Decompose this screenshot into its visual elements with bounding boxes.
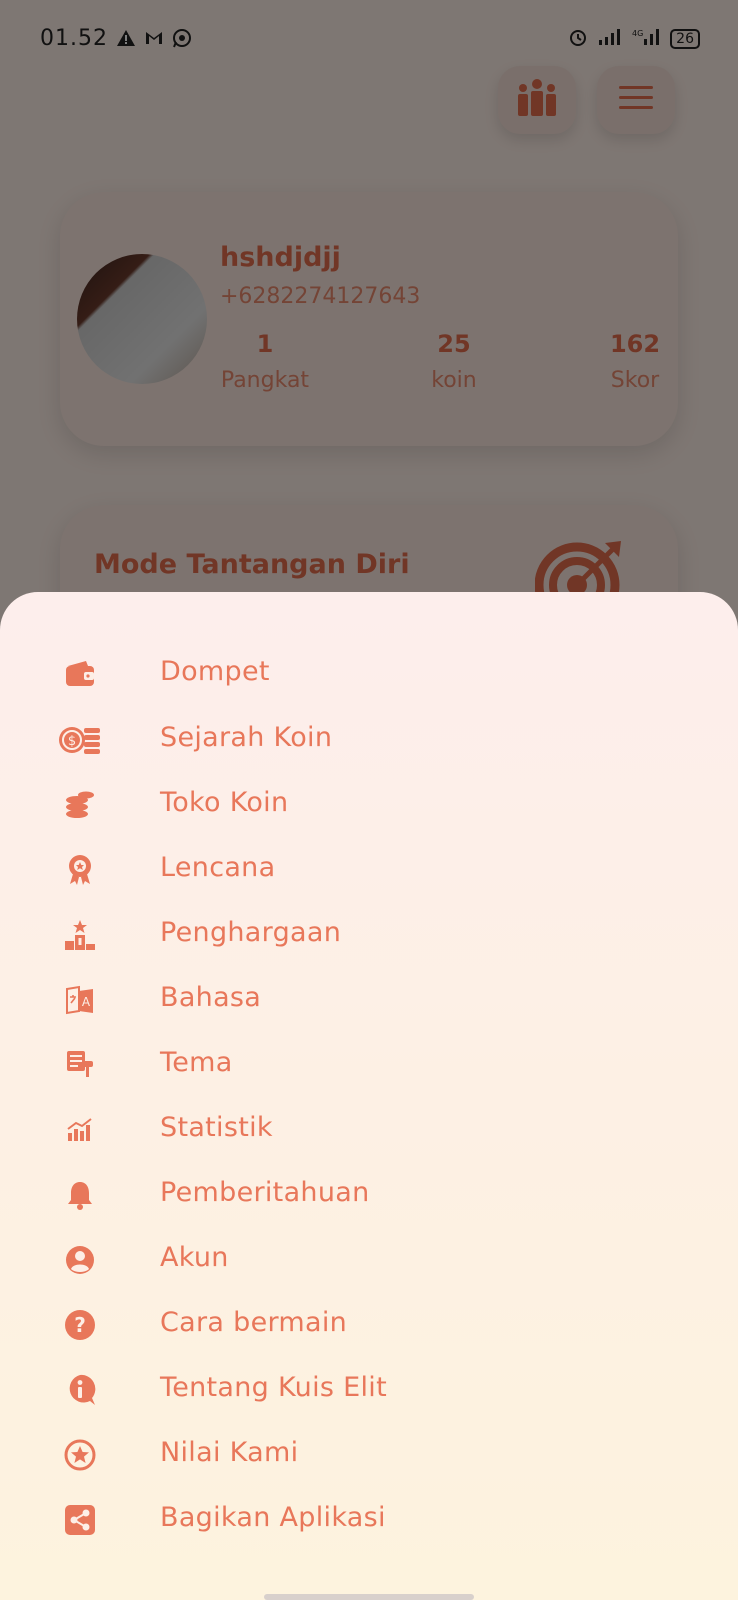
wallet-icon bbox=[58, 655, 102, 693]
menu-item-account[interactable]: Akun bbox=[0, 1228, 738, 1292]
badge-icon bbox=[58, 851, 102, 889]
home-indicator[interactable] bbox=[264, 1594, 474, 1600]
share-icon bbox=[58, 1501, 102, 1539]
translate-icon: A bbox=[58, 981, 102, 1019]
info-icon bbox=[58, 1371, 102, 1409]
menu-item-coin-shop[interactable]: Toko Koin bbox=[0, 773, 738, 837]
menu-item-language[interactable]: A Bahasa bbox=[0, 968, 738, 1032]
menu-item-rate-us[interactable]: Nilai Kami bbox=[0, 1423, 738, 1487]
menu-item-wallet[interactable]: Dompet bbox=[0, 642, 738, 706]
coin-history-icon: $ bbox=[58, 721, 102, 759]
menu-item-notifications[interactable]: Pemberitahuan bbox=[0, 1163, 738, 1227]
menu-bottom-sheet: Dompet $ Sejarah Koin Toko Koin Lencana … bbox=[0, 592, 738, 1600]
menu-item-share-app[interactable]: Bagikan Aplikasi bbox=[0, 1488, 738, 1552]
svg-text:A: A bbox=[82, 995, 91, 1009]
question-icon: ? bbox=[58, 1306, 102, 1344]
coin-stack-icon bbox=[58, 786, 102, 824]
statistics-icon bbox=[58, 1111, 102, 1149]
account-icon bbox=[58, 1241, 102, 1279]
menu-item-how-to-play[interactable]: ? Cara bermain bbox=[0, 1293, 738, 1357]
svg-text:?: ? bbox=[74, 1313, 86, 1337]
menu-item-coin-history[interactable]: $ Sejarah Koin bbox=[0, 708, 738, 772]
svg-text:$: $ bbox=[68, 734, 76, 749]
paint-roller-icon bbox=[58, 1046, 102, 1084]
menu-item-about[interactable]: Tentang Kuis Elit bbox=[0, 1358, 738, 1422]
star-icon bbox=[58, 1436, 102, 1474]
podium-icon bbox=[58, 916, 102, 954]
bell-icon bbox=[58, 1176, 102, 1214]
menu-item-theme[interactable]: Tema bbox=[0, 1033, 738, 1097]
menu-item-statistics[interactable]: Statistik bbox=[0, 1098, 738, 1162]
menu-item-badges[interactable]: Lencana bbox=[0, 838, 738, 902]
menu-item-awards[interactable]: Penghargaan bbox=[0, 903, 738, 967]
